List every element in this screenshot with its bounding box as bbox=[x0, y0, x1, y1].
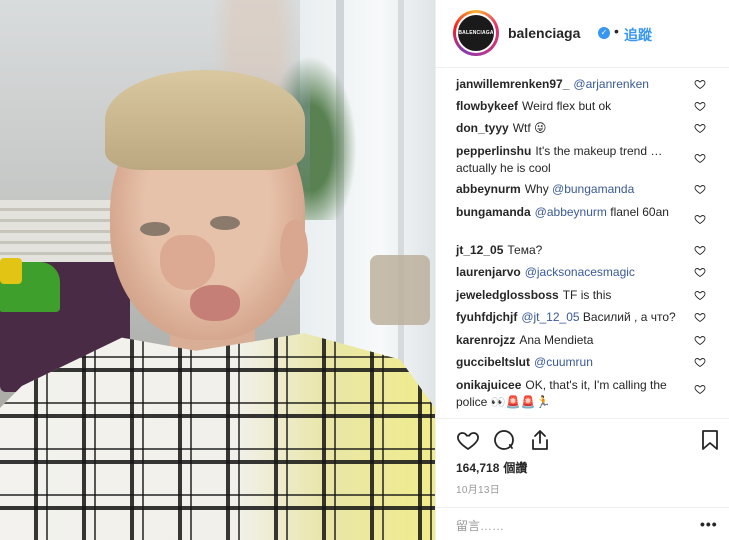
comment-like-heart-icon[interactable] bbox=[694, 244, 706, 256]
share-icon[interactable] bbox=[528, 428, 552, 452]
comment-text: Василий , а что? bbox=[582, 310, 676, 324]
comment-item: fyuhfdjchjf @jt_12_05 Василий , а что? bbox=[456, 309, 706, 326]
comment-item: karenrojzz Ana Mendieta bbox=[456, 332, 706, 349]
comment-item: jt_12_05 Тема? bbox=[456, 242, 706, 259]
comment-like-heart-icon[interactable] bbox=[694, 78, 706, 90]
comment-text: Тема? bbox=[507, 243, 543, 257]
photo-nose bbox=[160, 235, 215, 290]
post-header: BALENCIAGA balenciaga ✓ • 追蹤 bbox=[436, 0, 729, 68]
comment-like-heart-icon[interactable] bbox=[694, 383, 706, 395]
comment-item: don_tyyy Wtf 😜 bbox=[456, 120, 706, 137]
like-count-label: 個讚 bbox=[503, 461, 528, 475]
photo-lips bbox=[190, 285, 240, 321]
comment-item: pepperlinshu It's the makeup trend …actua… bbox=[456, 143, 686, 176]
comment-like-heart-icon[interactable] bbox=[694, 213, 706, 225]
comment-text: TF is this bbox=[562, 288, 612, 302]
comment-like-heart-icon[interactable] bbox=[694, 334, 706, 346]
comment-list[interactable]: janwillemrenken97_ @arjanrenken flowbykee… bbox=[436, 70, 729, 418]
comment-username[interactable]: onikajuicee bbox=[456, 378, 521, 392]
header-separator: • bbox=[614, 23, 619, 39]
comment-like-heart-icon[interactable] bbox=[694, 311, 706, 323]
comment-like-heart-icon[interactable] bbox=[694, 100, 706, 112]
comment-username[interactable]: karenrojzz bbox=[456, 333, 515, 347]
comment-bubble-icon[interactable] bbox=[492, 428, 516, 452]
comment-username[interactable]: janwillemrenken97_ bbox=[456, 77, 569, 91]
avatar[interactable]: BALENCIAGA bbox=[453, 10, 499, 56]
comment-username[interactable]: laurenjarvo bbox=[456, 265, 521, 279]
post-date[interactable]: 10月13日 bbox=[456, 481, 500, 496]
photo-ear bbox=[280, 220, 308, 280]
comment-mention[interactable]: @abbeynurm bbox=[535, 205, 607, 219]
comment-text: Weird flex but ok bbox=[522, 99, 612, 113]
comment-mention[interactable]: @arjanrenken bbox=[573, 77, 649, 91]
comment-username[interactable]: don_tyyy bbox=[456, 121, 509, 135]
comment-item: janwillemrenken97_ @arjanrenken bbox=[456, 76, 706, 93]
photo-eye-left bbox=[140, 222, 170, 236]
comment-input[interactable] bbox=[456, 517, 676, 535]
comment-mention[interactable]: @jt_12_05 bbox=[521, 310, 579, 324]
post-side-panel: BALENCIAGA balenciaga ✓ • 追蹤 janwillemre… bbox=[435, 0, 729, 540]
comment-item: jeweledglossboss TF is this bbox=[456, 287, 706, 304]
comment-like-heart-icon[interactable] bbox=[694, 183, 706, 195]
comment-username[interactable]: jt_12_05 bbox=[456, 243, 503, 257]
avatar-logo: BALENCIAGA bbox=[456, 13, 496, 53]
comment-like-heart-icon[interactable] bbox=[694, 266, 706, 278]
heart-icon[interactable] bbox=[456, 428, 480, 452]
comment-item: onikajuicee OK, that's it, I'm calling th… bbox=[456, 377, 686, 410]
comment-username[interactable]: flowbykeef bbox=[456, 99, 518, 113]
comment-like-heart-icon[interactable] bbox=[694, 289, 706, 301]
add-comment-bar: ••• bbox=[436, 507, 729, 540]
comment-username[interactable]: abbeynurm bbox=[456, 182, 521, 196]
bookmark-icon[interactable] bbox=[698, 428, 722, 452]
comment-item: flowbykeef Weird flex but ok bbox=[456, 98, 706, 115]
more-options-icon[interactable]: ••• bbox=[700, 516, 718, 532]
comment-text: Why bbox=[524, 182, 549, 196]
comment-mention[interactable]: @cuumrun bbox=[534, 355, 593, 369]
comment-like-heart-icon[interactable] bbox=[694, 356, 706, 368]
comment-text: Wtf 😜 bbox=[512, 121, 547, 135]
comment-text: flanel 60an bbox=[610, 205, 669, 219]
comment-item: laurenjarvo @jacksonacesmagic bbox=[456, 264, 706, 281]
post-photo[interactable] bbox=[0, 0, 435, 540]
verified-badge-icon: ✓ bbox=[598, 27, 610, 39]
like-count-number: 164,718 bbox=[456, 461, 500, 475]
comment-username[interactable]: jeweledglossboss bbox=[456, 288, 559, 302]
follow-button[interactable]: 追蹤 bbox=[624, 25, 652, 45]
comment-text: Ana Mendieta bbox=[519, 333, 594, 347]
comment-mention[interactable]: @jacksonacesmagic bbox=[525, 265, 635, 279]
comment-username[interactable]: fyuhfdjchjf bbox=[456, 310, 517, 324]
comment-mention[interactable]: @bungamanda bbox=[552, 182, 634, 196]
post-actions: 164,718個讚 10月13日 ••• bbox=[436, 418, 729, 540]
author-username[interactable]: balenciaga bbox=[508, 25, 580, 41]
comment-like-heart-icon[interactable] bbox=[694, 122, 706, 134]
comment-item: bungamanda @abbeynurm flanel 60an bbox=[456, 204, 681, 221]
comment-username[interactable]: pepperlinshu bbox=[456, 144, 531, 158]
comment-like-heart-icon[interactable] bbox=[694, 152, 706, 164]
comment-username[interactable]: bungamanda bbox=[456, 205, 531, 219]
comment-username[interactable]: guccibeltslut bbox=[456, 355, 530, 369]
photo-eye-right bbox=[210, 216, 240, 230]
photo-hair bbox=[105, 70, 305, 170]
comment-item: abbeynurm Why @bungamanda bbox=[456, 181, 706, 198]
comment-item: guccibeltslut @cuumrun bbox=[456, 354, 706, 371]
photo-toy-yellow bbox=[0, 258, 22, 284]
like-count[interactable]: 164,718 個讚 bbox=[456, 459, 527, 476]
photo-pot bbox=[370, 255, 430, 325]
